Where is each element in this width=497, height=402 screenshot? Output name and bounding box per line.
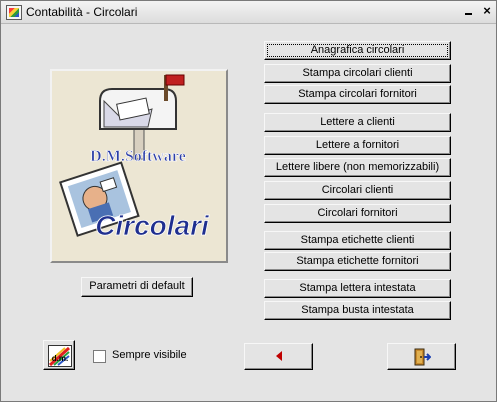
- stampa-etichette-fornitori-button[interactable]: Stampa etichette fornitori: [264, 252, 451, 271]
- close-button[interactable]: ×: [480, 4, 494, 18]
- back-button[interactable]: [244, 343, 313, 370]
- sempre-visibile-checkbox[interactable]: [93, 350, 106, 363]
- stampa-lettera-intestata-button[interactable]: Stampa lettera intestata: [264, 279, 451, 298]
- title-bar: Contabilità - Circolari ×: [1, 1, 496, 24]
- mailbox-illustration: D.M.Software Circolari: [52, 71, 226, 261]
- dm-logo-icon: d.m.: [48, 345, 72, 367]
- sempre-visibile-label: Sempre visibile: [112, 349, 187, 361]
- lettere-fornitori-button[interactable]: Lettere a fornitori: [264, 136, 451, 155]
- exit-door-icon: [414, 348, 431, 366]
- main-window: Contabilità - Circolari × D.M.Software C…: [0, 0, 497, 402]
- exit-button[interactable]: [387, 343, 456, 370]
- stampa-circolari-fornitori-button[interactable]: Stampa circolari fornitori: [264, 85, 451, 104]
- stampa-circolari-clienti-button[interactable]: Stampa circolari clienti: [264, 64, 451, 83]
- dm-logo-button[interactable]: d.m.: [43, 340, 75, 370]
- circolari-clienti-button[interactable]: Circolari clienti: [264, 181, 451, 200]
- logo-product-text: Circolari: [95, 210, 210, 241]
- stampa-busta-intestata-button[interactable]: Stampa busta intestata: [264, 301, 451, 320]
- parametri-default-button[interactable]: Parametri di default: [81, 277, 193, 297]
- minimize-button[interactable]: [462, 4, 476, 18]
- arrow-left-icon: [276, 351, 282, 361]
- app-icon: [6, 5, 22, 20]
- anagrafica-circolari-button[interactable]: Anagrafica circolari: [264, 41, 451, 60]
- lettere-libere-button[interactable]: Lettere libere (non memorizzabili): [264, 158, 451, 177]
- logo-brand-text: D.M.Software: [90, 148, 186, 165]
- window-title: Contabilità - Circolari: [26, 5, 138, 19]
- product-logo: D.M.Software Circolari: [50, 69, 228, 263]
- stampa-etichette-clienti-button[interactable]: Stampa etichette clienti: [264, 231, 451, 250]
- lettere-clienti-button[interactable]: Lettere a clienti: [264, 113, 451, 132]
- circolari-fornitori-button[interactable]: Circolari fornitori: [264, 204, 451, 223]
- dm-logo-text: d.m.: [52, 354, 68, 363]
